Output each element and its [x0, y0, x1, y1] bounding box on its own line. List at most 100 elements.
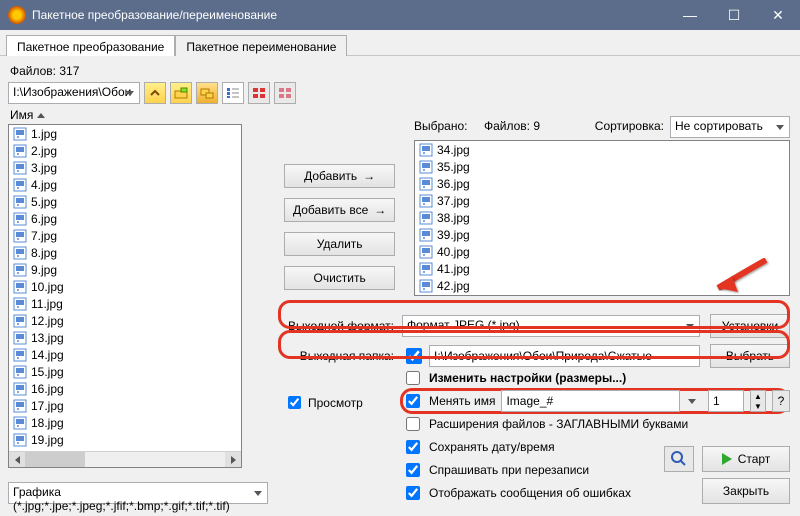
- list-item[interactable]: 11.jpg: [9, 295, 241, 312]
- file-name: 9.jpg: [31, 263, 57, 277]
- options-button[interactable]: Установки: [710, 314, 790, 338]
- scroll-right-button[interactable]: [225, 452, 241, 467]
- list-item[interactable]: 19.jpg: [9, 431, 241, 448]
- image-file-icon: [13, 144, 27, 158]
- file-name: 42.jpg: [437, 279, 470, 293]
- list-item[interactable]: 17.jpg: [9, 397, 241, 414]
- close-button[interactable]: Закрыть: [702, 478, 790, 504]
- file-name: 3.jpg: [31, 161, 57, 175]
- list-item[interactable]: 1.jpg: [9, 125, 241, 142]
- help-button[interactable]: ?: [772, 390, 790, 412]
- dialog-body: Файлов: 317 I:\Изображения\Обои: [0, 56, 800, 516]
- list-item[interactable]: 2.jpg: [9, 142, 241, 159]
- chevron-down-icon[interactable]: [122, 82, 138, 104]
- minimize-button[interactable]: —: [668, 0, 712, 30]
- show-errors-checkbox[interactable]: [406, 486, 420, 500]
- rename-start-number[interactable]: [708, 390, 744, 412]
- change-settings-label: Изменить настройки (размеры...): [429, 371, 626, 385]
- spinner-up-icon[interactable]: ▲: [751, 391, 765, 401]
- file-name: 18.jpg: [31, 416, 64, 430]
- uppercase-ext-checkbox[interactable]: [406, 417, 420, 431]
- maximize-button[interactable]: ☐: [712, 0, 756, 30]
- list-item[interactable]: 15.jpg: [9, 363, 241, 380]
- folder-tree-icon[interactable]: [196, 82, 218, 104]
- rename-checkbox[interactable]: [406, 394, 420, 408]
- up-folder-icon[interactable]: [144, 82, 166, 104]
- list-item[interactable]: 6.jpg: [9, 210, 241, 227]
- preview-checkbox-row: Просмотр: [284, 393, 363, 412]
- list-item[interactable]: 12.jpg: [9, 312, 241, 329]
- list-item[interactable]: 38.jpg: [415, 209, 789, 226]
- list-item[interactable]: 36.jpg: [415, 175, 789, 192]
- preview-checkbox[interactable]: [288, 396, 301, 409]
- spinner-down-icon[interactable]: ▼: [751, 401, 765, 411]
- keep-date-checkbox[interactable]: [406, 440, 420, 454]
- file-name: 41.jpg: [437, 262, 470, 276]
- start-button[interactable]: Старт: [702, 446, 790, 472]
- file-name: 38.jpg: [437, 211, 470, 225]
- batch-conversion-window: Пакетное преобразование/переименование —…: [0, 0, 800, 516]
- preview-magnify-button[interactable]: [664, 446, 694, 472]
- list-item[interactable]: 41.jpg: [415, 260, 789, 277]
- list-item[interactable]: 37.jpg: [415, 192, 789, 209]
- add-button[interactable]: Добавить: [284, 164, 395, 188]
- list-item[interactable]: 13.jpg: [9, 329, 241, 346]
- file-name: 2.jpg: [31, 144, 57, 158]
- selected-file-list[interactable]: 34.jpg 35.jpg36.jpg37.jpg 38.jpg 39.jpg40.j…: [414, 140, 790, 296]
- file-filter-dropdown[interactable]: Графика (*.jpg;*.jpe;*.jpeg;*.jfif;*.bmp…: [8, 482, 268, 504]
- use-output-folder-checkbox[interactable]: [406, 348, 422, 364]
- tab-batch-rename[interactable]: Пакетное переименование: [175, 35, 347, 56]
- list-item[interactable]: 7.jpg: [9, 227, 241, 244]
- file-name: 39.jpg: [437, 228, 470, 242]
- image-file-icon: [13, 263, 27, 277]
- files-count-label: Файлов: 317: [10, 64, 792, 78]
- list-item[interactable]: 42.jpg: [415, 277, 789, 294]
- list-item[interactable]: 16.jpg: [9, 380, 241, 397]
- chevron-down-icon[interactable]: [684, 390, 700, 412]
- change-settings-checkbox[interactable]: [406, 371, 420, 385]
- list-item[interactable]: 40.jpg: [415, 243, 789, 260]
- add-all-button[interactable]: Добавить все: [284, 198, 395, 222]
- image-file-icon: [13, 127, 27, 141]
- chevron-down-icon[interactable]: [250, 482, 266, 504]
- remove-button[interactable]: Удалить: [284, 232, 395, 256]
- file-name: 13.jpg: [31, 331, 64, 345]
- number-spinner[interactable]: ▲▼: [750, 390, 766, 412]
- chevron-down-icon[interactable]: [682, 315, 698, 337]
- path-input[interactable]: I:\Изображения\Обои: [8, 82, 140, 104]
- source-file-list[interactable]: 1.jpg 2.jpg 3.jpg4.jpg5.jpg6.jpg7.jpg8.jpg…: [8, 124, 242, 468]
- view-details-icon[interactable]: [222, 82, 244, 104]
- output-format-dropdown[interactable]: Формат JPEG (*.jpg): [402, 315, 700, 337]
- output-format-label: Выходной формат:: [280, 319, 398, 333]
- list-item[interactable]: 8.jpg: [9, 244, 241, 261]
- list-item[interactable]: 35.jpg: [415, 158, 789, 175]
- rename-pattern-input[interactable]: [501, 390, 680, 412]
- browse-button[interactable]: Выбрать: [710, 344, 790, 368]
- scroll-left-button[interactable]: [9, 452, 25, 467]
- list-item[interactable]: 5.jpg: [9, 193, 241, 210]
- view-list-icon[interactable]: [274, 82, 296, 104]
- list-item[interactable]: 18.jpg: [9, 414, 241, 431]
- tab-batch-convert[interactable]: Пакетное преобразование: [6, 35, 175, 56]
- output-folder-input[interactable]: [429, 345, 700, 367]
- list-item[interactable]: 4.jpg: [9, 176, 241, 193]
- image-file-icon: [13, 178, 27, 192]
- list-item[interactable]: 3.jpg: [9, 159, 241, 176]
- list-item[interactable]: 14.jpg: [9, 346, 241, 363]
- list-item[interactable]: 9.jpg: [9, 261, 241, 278]
- image-file-icon: [419, 262, 433, 276]
- list-item[interactable]: 34.jpg: [415, 141, 789, 158]
- chevron-down-icon[interactable]: [772, 116, 788, 138]
- keep-date-label: Сохранять дату/время: [429, 440, 555, 454]
- close-window-button[interactable]: ✕: [756, 0, 800, 30]
- clear-button[interactable]: Очистить: [284, 266, 395, 290]
- list-item[interactable]: 39.jpg: [415, 226, 789, 243]
- file-name: 1.jpg: [31, 127, 57, 141]
- ask-overwrite-checkbox[interactable]: [406, 463, 420, 477]
- titlebar: Пакетное преобразование/переименование —…: [0, 0, 800, 30]
- file-name: 35.jpg: [437, 160, 470, 174]
- list-item[interactable]: 10.jpg: [9, 278, 241, 295]
- new-folder-icon[interactable]: [170, 82, 192, 104]
- h-scrollbar[interactable]: [9, 451, 241, 467]
- view-thumb-icon[interactable]: [248, 82, 270, 104]
